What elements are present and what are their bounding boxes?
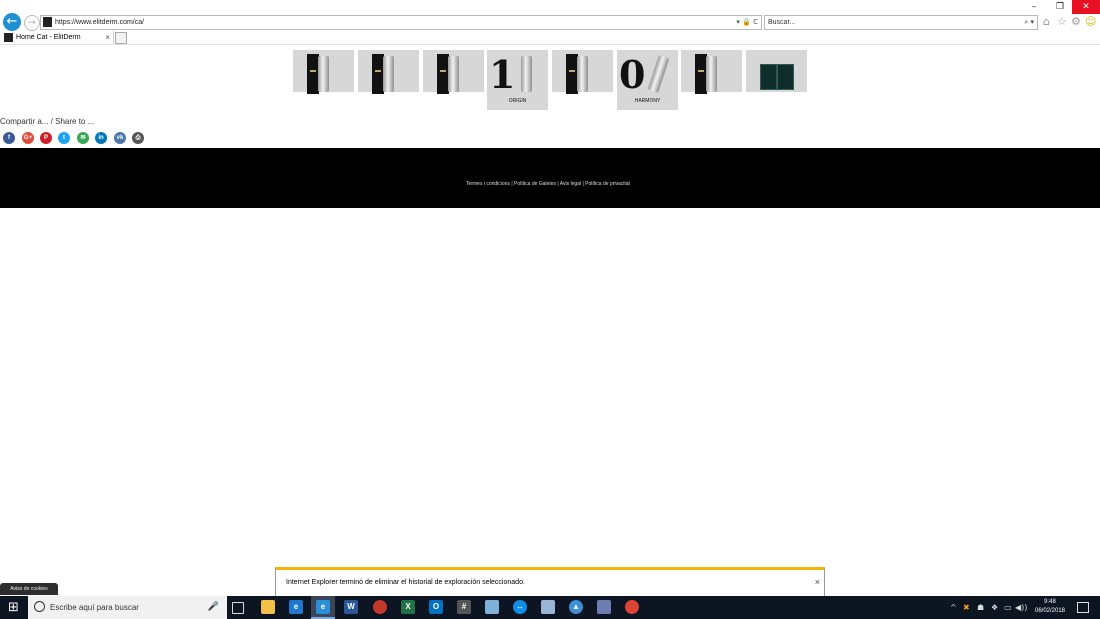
- taskbar-search[interactable]: Escribe aquí para buscar 🎤: [28, 596, 227, 619]
- dropbox-icon[interactable]: ❖: [991, 596, 998, 619]
- tab-title: Home Cat - ElitDerm: [16, 34, 81, 41]
- product-bottle: [521, 56, 532, 92]
- product-tile-origin[interactable]: 1 ORIGIN: [487, 50, 548, 110]
- product-tile[interactable]: [681, 50, 742, 94]
- smiley-icon[interactable]: ☺: [1085, 15, 1096, 28]
- restore-button[interactable]: ❐: [1046, 0, 1074, 14]
- network-icon[interactable]: ▭: [1004, 596, 1012, 619]
- origin-label: ORIGIN: [508, 98, 527, 104]
- close-window-button[interactable]: ✕: [1072, 0, 1100, 14]
- cortana-icon: [34, 601, 45, 612]
- product-bottle: [318, 56, 329, 92]
- address-bar[interactable]: https://www.elitderm.com/ca/ ▾ 🔒 C: [40, 15, 762, 30]
- tray-chevron-icon[interactable]: ^: [950, 596, 957, 619]
- notification-text: Internet Explorer terminó de eliminar el…: [286, 579, 525, 586]
- cookie-notice-tab[interactable]: Aviso de cookies: [0, 583, 58, 595]
- product-bottle: [448, 56, 459, 92]
- notes-app-icon[interactable]: [485, 600, 499, 614]
- harmony-label: HARMONY: [634, 98, 661, 104]
- lock-refresh-icons[interactable]: ▾ 🔒 C: [736, 16, 758, 29]
- notification-bar: Internet Explorer terminó de eliminar el…: [275, 567, 825, 598]
- teamviewer-icon[interactable]: ↔: [513, 600, 527, 614]
- notification-close-button[interactable]: ×: [815, 577, 820, 587]
- product-tile-kit[interactable]: [746, 50, 807, 92]
- triangle-app-icon[interactable]: ▲: [569, 600, 583, 614]
- search-placeholder[interactable]: Buscar...: [768, 16, 795, 29]
- taskbar-search-placeholder[interactable]: Escribe aquí para buscar: [50, 596, 139, 619]
- volume-icon[interactable]: ◀)): [1015, 596, 1027, 619]
- gear-icon[interactable]: ⚙: [1071, 15, 1081, 28]
- browser-toolbar: ← → https://www.elitderm.com/ca/ ▾ 🔒 C B…: [0, 0, 1100, 31]
- word-icon[interactable]: W: [344, 600, 358, 614]
- tab-close-button[interactable]: ×: [105, 31, 110, 44]
- site-favicon: [43, 17, 52, 27]
- microphone-icon[interactable]: 🎤: [208, 596, 219, 619]
- product-tile[interactable]: [423, 50, 484, 94]
- origin-number: 1: [489, 52, 516, 97]
- calculator-icon[interactable]: #: [457, 600, 471, 614]
- url-text[interactable]: https://www.elitderm.com/ca/: [55, 16, 144, 29]
- facebook-icon[interactable]: f: [3, 132, 15, 144]
- twitter-icon[interactable]: t: [58, 132, 70, 144]
- back-button[interactable]: ←: [3, 13, 21, 31]
- excel-icon[interactable]: X: [401, 600, 415, 614]
- search-icon[interactable]: ⌕ ▾: [1024, 16, 1034, 29]
- home-icon[interactable]: ⌂: [1043, 15, 1050, 28]
- google-plus-icon[interactable]: G+: [22, 132, 34, 144]
- search-box[interactable]: Buscar... ⌕ ▾: [764, 15, 1038, 30]
- linkedin-icon[interactable]: in: [95, 132, 107, 144]
- file-explorer-icon[interactable]: [261, 600, 275, 614]
- harmony-number: 0: [619, 52, 646, 97]
- pinterest-icon[interactable]: P: [40, 132, 52, 144]
- action-center-icon[interactable]: [1077, 602, 1089, 613]
- kit-box: [777, 64, 794, 90]
- tab-favicon: [4, 33, 13, 42]
- email-icon[interactable]: ✉: [77, 132, 89, 144]
- remote-desktop-icon[interactable]: [597, 600, 611, 614]
- product-tile[interactable]: [293, 50, 354, 94]
- star-icon[interactable]: ☆: [1057, 15, 1067, 28]
- red-app-icon[interactable]: [373, 600, 387, 614]
- tab-home-cat[interactable]: Home Cat - ElitDerm ×: [0, 31, 114, 44]
- internet-explorer-icon[interactable]: e: [316, 600, 330, 614]
- share-label: Compartir a... / Share to ...: [0, 117, 95, 126]
- product-bottle: [383, 56, 394, 92]
- outlook-icon[interactable]: O: [429, 600, 443, 614]
- task-view-icon[interactable]: [232, 602, 244, 614]
- tray-network-drive-icon[interactable]: ☗: [977, 596, 984, 619]
- product-strip: 1 ORIGIN 0 HARMONY: [293, 50, 808, 110]
- print-icon[interactable]: ⎙: [132, 132, 144, 144]
- new-tab-button[interactable]: [115, 32, 127, 44]
- chrome-icon[interactable]: [625, 600, 639, 614]
- clock-date: 06/02/2018: [1034, 608, 1066, 614]
- product-tile[interactable]: [358, 50, 419, 94]
- cube-app-icon[interactable]: [541, 600, 555, 614]
- tray-app-icon[interactable]: ✖: [963, 596, 970, 619]
- product-bottle: [647, 55, 670, 93]
- footer-links[interactable]: Termes i condicions | Política de Galete…: [0, 181, 1096, 187]
- product-bottle: [577, 56, 588, 92]
- kit-box: [760, 64, 777, 90]
- taskbar: ⊞ Escribe aquí para buscar 🎤 e e W X O #…: [0, 596, 1100, 619]
- vk-icon[interactable]: vk: [114, 132, 126, 144]
- edge-icon[interactable]: e: [289, 600, 303, 614]
- system-clock[interactable]: 9:48 06/02/2018: [1028, 598, 1072, 616]
- clock-time: 9:48: [1044, 599, 1056, 605]
- start-button[interactable]: ⊞: [0, 596, 27, 619]
- minimize-button[interactable]: –: [1020, 0, 1048, 14]
- tab-bar: Home Cat - ElitDerm ×: [0, 31, 1100, 45]
- product-tile[interactable]: [552, 50, 613, 94]
- site-footer: Termes i condicions | Política de Galete…: [0, 148, 1100, 208]
- product-bottle: [706, 56, 717, 92]
- product-tile-harmony[interactable]: 0 HARMONY: [617, 50, 678, 110]
- forward-button[interactable]: →: [24, 15, 40, 31]
